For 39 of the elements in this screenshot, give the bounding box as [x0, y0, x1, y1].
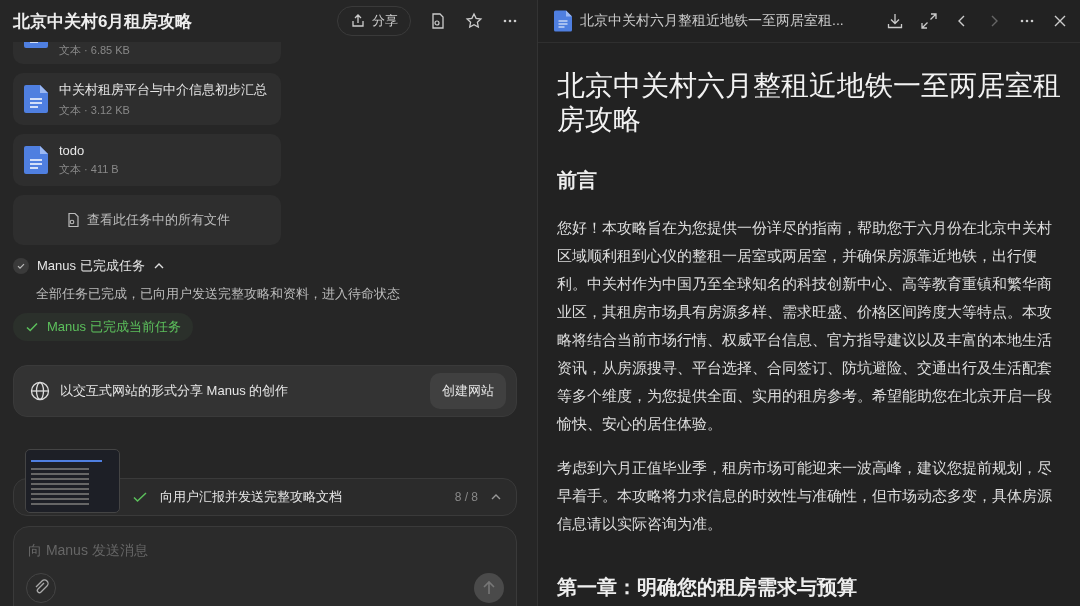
file-meta: 文本 · 411 B — [59, 162, 119, 177]
document-title: 北京中关村六月整租近地铁一至两居室租... — [580, 12, 845, 30]
progress-step: 向用户汇报并发送完整攻略文档 — [160, 488, 443, 506]
download-icon[interactable] — [886, 12, 904, 30]
document-icon — [554, 10, 572, 32]
status-detail: 全部任务已完成，已向用户发送完整攻略和资料，进入待命状态 — [35, 285, 401, 303]
create-site-button[interactable]: 创建网站 — [430, 373, 506, 409]
check-icon — [132, 489, 148, 505]
document-heading: 北京中关村六月整租近地铁一至两居室租房攻略 — [557, 69, 1062, 137]
file-card[interactable]: 中关村租房平台与中介信息初步汇总 文本 · 3.12 KB — [13, 73, 281, 125]
document-icon — [24, 85, 48, 113]
send-button[interactable] — [474, 573, 504, 603]
file-card[interactable]: 文本 · 6.85 KB — [13, 42, 281, 64]
section-heading: 第一章：明确您的租房需求与预算 — [557, 575, 858, 600]
globe-icon — [30, 381, 50, 401]
task-title: 北京中关村6月租房攻略 — [13, 10, 193, 33]
paragraph: 您好！本攻略旨在为您提供一份详尽的指南，帮助您于六月份在北京中关村区域顺利租到心仪的整租一居室或两居室，并确保房源靠近地铁，出行便利。中关村作为中国乃至全球知名的科技创新中心、高等教育重镇和繁华商业区，其租房市场具有房源多样、需求旺盛、价格区间跨度大等特点。本攻略将结合当前市场行情、权威平台信息、官方指导建议以及丰富的本地生活资讯，从房源搜寻、平台选择、合同签订、防坑避险、交通出行及生活配套等多个维度，为您提供全面、实用的租房参考。希望能助您在北京开启一段愉快、安心的居住体验。 — [557, 219, 1053, 434]
file-meta: 文本 · 6.85 KB — [59, 43, 130, 58]
screenshot-thumbnail[interactable] — [25, 449, 120, 513]
section-heading: 前言 — [557, 168, 598, 193]
file-name: todo — [59, 143, 86, 158]
status-title: Manus 已完成任务 — [37, 257, 145, 275]
file-name: 中关村租房平台与中介信息初步汇总 — [59, 80, 267, 99]
upload-icon — [350, 13, 366, 29]
badge-text: Manus 已完成当前任务 — [47, 318, 181, 336]
check-circle-icon — [13, 258, 29, 274]
star-icon[interactable] — [465, 12, 483, 30]
share-site-text: 以交互式网站的形式分享 Manus 的创作 — [60, 382, 290, 400]
file-meta: 文本 · 3.12 KB — [59, 102, 131, 118]
view-all-files-button[interactable]: 查看此任务中的所有文件 — [13, 195, 281, 245]
paragraph: 考虑到六月正值毕业季，租房市场可能迎来一波高峰，建议您提前规划，尽早着手。本攻略将力求信息的时效性与准确性，但市场动态多变，具体房源信息请以实际咨询为准。 — [557, 459, 1053, 534]
paperclip-icon[interactable] — [26, 573, 56, 603]
check-icon — [25, 320, 39, 334]
document-icon — [24, 146, 48, 174]
expand-icon[interactable] — [920, 12, 938, 30]
progress-count: 8 / 8 — [454, 490, 478, 504]
file-card[interactable]: todo 文本 · 411 B — [13, 134, 281, 186]
close-icon[interactable] — [1052, 13, 1068, 29]
file-search-icon[interactable] — [429, 12, 447, 30]
